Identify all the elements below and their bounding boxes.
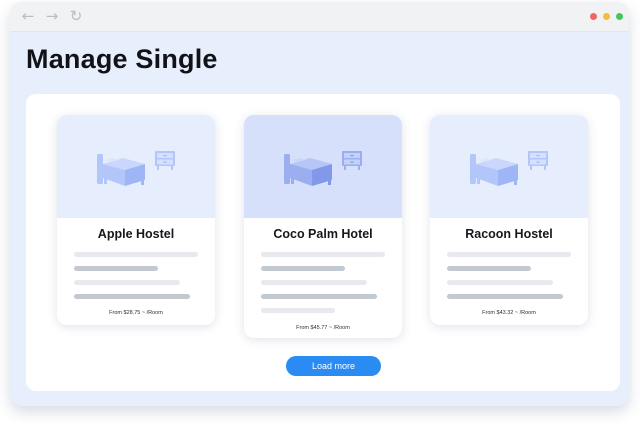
price-label: From $45.77 ~ /Room xyxy=(296,325,350,331)
refresh-icon[interactable]: ↻ xyxy=(68,8,84,24)
placeholder-line xyxy=(74,294,190,299)
hotel-name: Coco Palm Hotel xyxy=(273,227,373,241)
bed-icon xyxy=(97,154,145,186)
placeholder-line xyxy=(261,266,345,271)
nightstand-icon xyxy=(155,151,175,170)
browser-toolbar: ← → ↻ xyxy=(10,2,629,32)
hotel-name: Racoon Hostel xyxy=(465,227,553,241)
card-image xyxy=(244,115,402,218)
nightstand-icon xyxy=(342,151,362,170)
load-more-button[interactable]: Load more xyxy=(286,356,381,376)
back-arrow-icon[interactable]: ← xyxy=(20,8,36,24)
placeholder-line xyxy=(447,252,571,257)
price-label: From $28.75 ~ /Room xyxy=(109,310,163,316)
placeholder-line xyxy=(74,266,158,271)
hotel-card[interactable]: Racoon Hostel From $43.32 ~ /Room xyxy=(430,115,588,325)
card-image xyxy=(57,115,215,218)
placeholder-line xyxy=(447,266,531,271)
placeholder-line xyxy=(261,308,335,313)
placeholder-line xyxy=(74,280,180,285)
content-panel: Apple Hostel From $28.75 ~ /Room Coco Pa… xyxy=(26,94,620,391)
minimize-window-dot[interactable] xyxy=(603,13,610,20)
card-image xyxy=(430,115,588,218)
bed-icon xyxy=(470,154,518,186)
placeholder-line xyxy=(447,280,553,285)
hotel-card[interactable]: Apple Hostel From $28.75 ~ /Room xyxy=(57,115,215,325)
browser-window: ← → ↻ Manage Single Apple Hostel From $2… xyxy=(10,2,629,406)
nightstand-icon xyxy=(528,151,548,170)
page-title: Manage Single xyxy=(26,44,218,74)
bed-icon xyxy=(284,154,332,186)
placeholder-line xyxy=(261,294,377,299)
forward-arrow-icon[interactable]: → xyxy=(44,8,60,24)
hotel-name: Apple Hostel xyxy=(97,227,175,241)
hotel-card[interactable]: Coco Palm Hotel From $45.77 ~ /Room xyxy=(244,115,402,338)
placeholder-line xyxy=(261,280,367,285)
maximize-window-dot[interactable] xyxy=(616,13,623,20)
placeholder-line xyxy=(447,294,563,299)
placeholder-line xyxy=(261,252,385,257)
placeholder-line xyxy=(74,252,198,257)
close-window-dot[interactable] xyxy=(590,13,597,20)
price-label: From $43.32 ~ /Room xyxy=(482,310,536,316)
